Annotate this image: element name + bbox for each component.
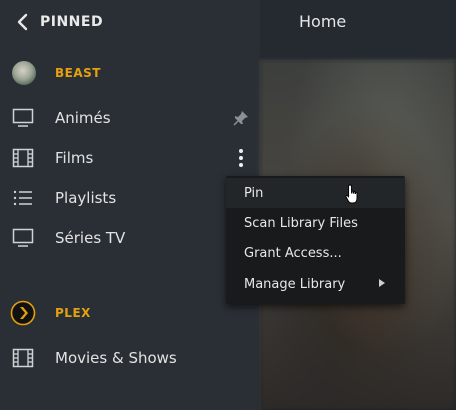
menu-item-manage-library[interactable]: Manage Library xyxy=(226,269,405,299)
context-menu: Pin Scan Library Files Grant Access... M… xyxy=(226,176,405,304)
sidebar-title: PINNED xyxy=(40,14,104,30)
menu-item-scan-library-files[interactable]: Scan Library Files xyxy=(226,208,405,238)
sidebar-item-films[interactable]: Films xyxy=(0,138,260,178)
page-title: Home xyxy=(299,12,347,31)
chevron-left-icon[interactable] xyxy=(14,13,32,31)
sidebar-item-animes[interactable]: Animés xyxy=(0,98,260,138)
pin-icon[interactable] xyxy=(232,109,250,127)
sidebar-item-label: Films xyxy=(55,149,94,167)
sidebar-header: PINNED xyxy=(0,0,260,44)
section-title-beast: BEAST xyxy=(55,66,101,80)
main-header: Home xyxy=(260,0,456,61)
sidebar-item-label: Movies & Shows xyxy=(55,349,177,367)
sidebar-item-label: Animés xyxy=(55,109,111,127)
plex-logo-icon xyxy=(10,300,36,326)
avatar xyxy=(12,61,36,85)
tv-icon xyxy=(12,108,34,127)
submenu-arrow-icon xyxy=(379,279,385,287)
sidebar-item-playlists[interactable]: Playlists xyxy=(0,178,260,218)
tv-icon xyxy=(12,228,34,247)
sidebar-item-movies-shows[interactable]: Movies & Shows xyxy=(0,338,260,378)
sidebar-item-label: Playlists xyxy=(55,189,117,207)
film-icon xyxy=(12,348,34,368)
section-title-plex: PLEX xyxy=(55,306,91,320)
menu-item-pin[interactable]: Pin xyxy=(226,178,405,208)
menu-item-grant-access[interactable]: Grant Access... xyxy=(226,238,405,268)
sidebar-item-label: Séries TV xyxy=(55,229,126,247)
sidebar-item-series-tv[interactable]: Séries TV xyxy=(0,218,260,258)
list-icon xyxy=(13,190,32,206)
more-options-icon[interactable] xyxy=(236,147,246,169)
film-icon xyxy=(12,148,34,168)
sidebar: PINNED BEAST Animés Films Playlists Séri… xyxy=(0,0,261,410)
hand-cursor-icon xyxy=(345,184,358,204)
